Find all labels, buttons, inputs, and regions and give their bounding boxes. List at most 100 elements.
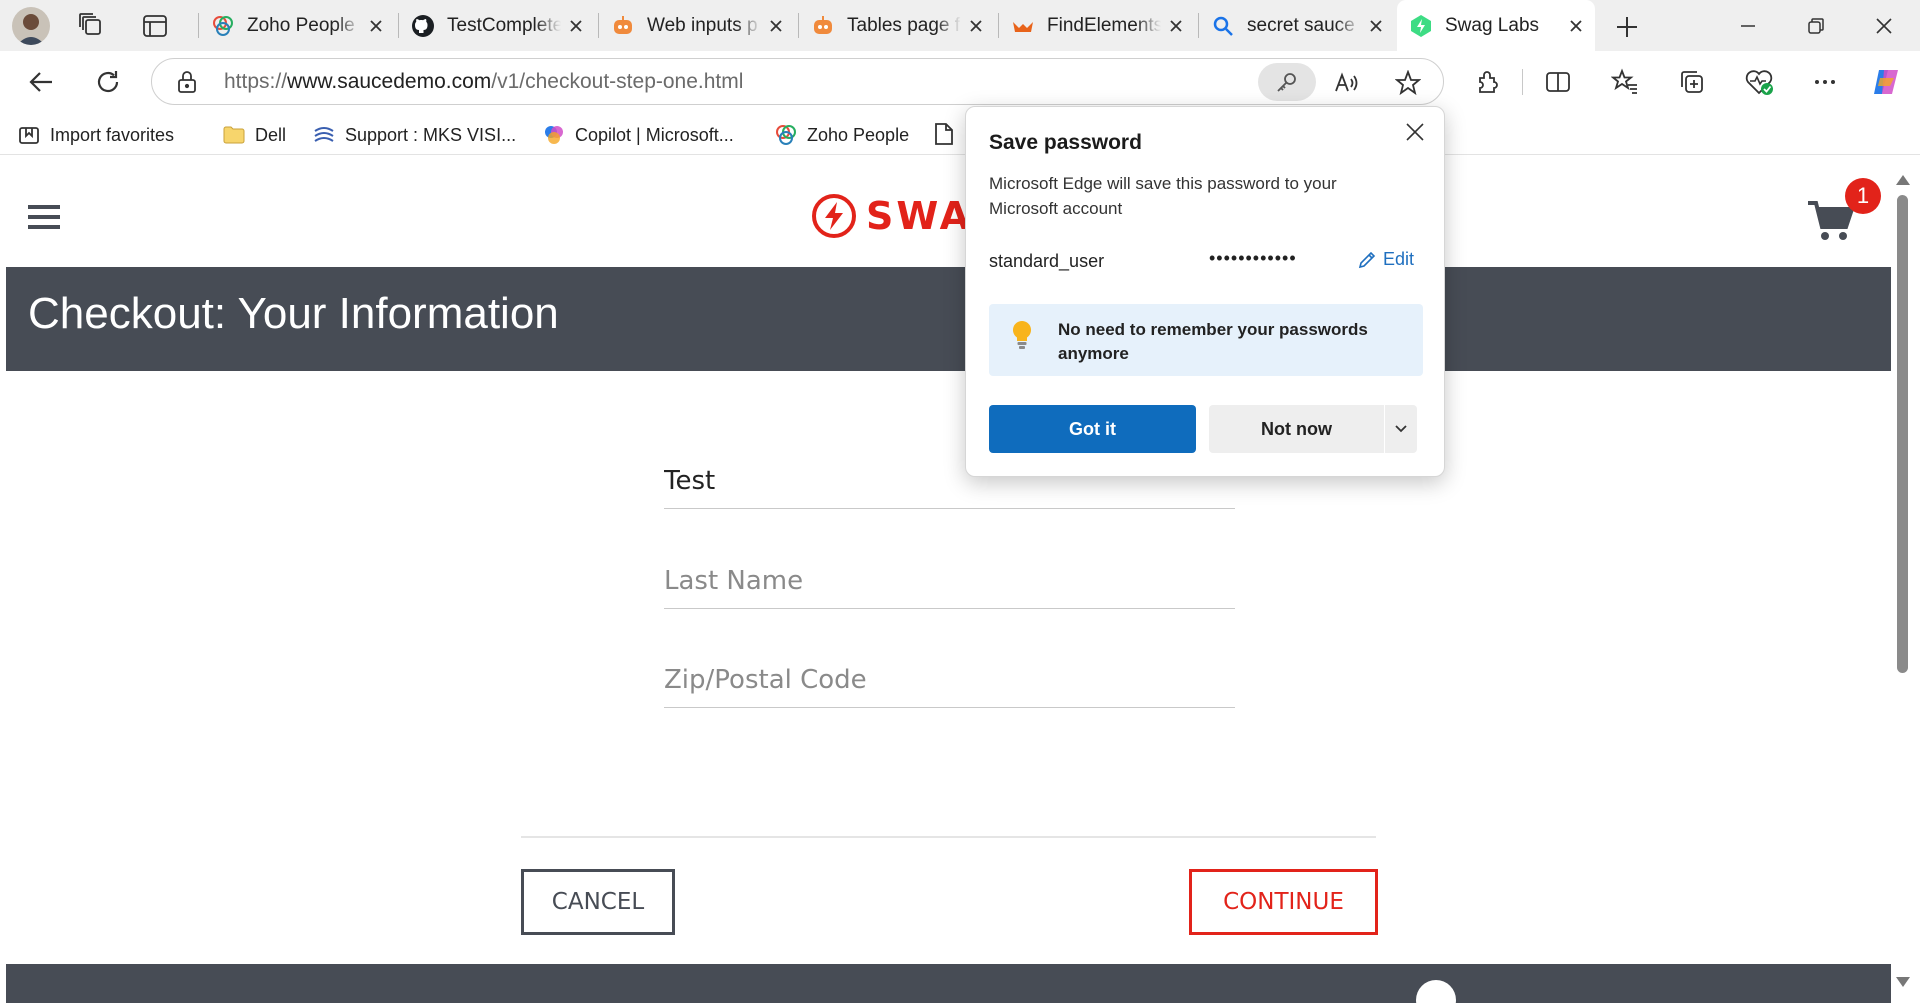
- crab-icon: [1011, 14, 1035, 38]
- back-button[interactable]: [19, 60, 63, 104]
- github-icon: [411, 14, 435, 38]
- checkout-divider: [521, 836, 1376, 838]
- url-text[interactable]: https://www.saucedemo.com/v1/checkout-st…: [224, 70, 743, 94]
- favorites-icon[interactable]: [1603, 60, 1647, 104]
- close-window-button[interactable]: [1850, 0, 1918, 51]
- close-tab-icon[interactable]: [761, 11, 791, 41]
- edit-label: Edit: [1383, 249, 1415, 269]
- tab-secret-sauce[interactable]: secret sauce: [1199, 0, 1395, 51]
- zip-code-input[interactable]: [664, 652, 1235, 708]
- vertical-tabs-icon[interactable]: [139, 10, 171, 42]
- tab-label: FindElements: [1047, 14, 1161, 36]
- password-tip: No need to remember your passwords anymo…: [989, 304, 1423, 376]
- close-icon[interactable]: [1400, 117, 1430, 147]
- workspaces-icon[interactable]: [76, 10, 108, 42]
- save-password-dialog: Save password Microsoft Edge will save t…: [965, 106, 1445, 477]
- profile-avatar[interactable]: [12, 7, 50, 45]
- zoho-icon: [774, 123, 798, 147]
- not-now-button[interactable]: Not now: [1209, 405, 1384, 453]
- favorite-dell[interactable]: Dell: [222, 121, 286, 149]
- read-aloud-icon[interactable]: [1329, 66, 1363, 100]
- continue-button[interactable]: CONTINUE: [1189, 869, 1378, 935]
- import-icon: [17, 123, 41, 147]
- extensions-icon[interactable]: [1466, 60, 1510, 104]
- chevron-down-icon[interactable]: [1385, 405, 1417, 453]
- page-title: Checkout: Your Information: [28, 289, 559, 338]
- favorite-label: Dell: [255, 124, 287, 145]
- got-it-button[interactable]: Got it: [989, 405, 1196, 453]
- split-screen-icon[interactable]: [1536, 60, 1580, 104]
- tab-findelements[interactable]: FindElements: [999, 0, 1195, 51]
- tab-swag-labs[interactable]: Swag Labs: [1397, 0, 1595, 51]
- search-icon: [1211, 14, 1235, 38]
- footer-robot-icon: [1416, 980, 1456, 1003]
- robot-icon: [811, 14, 835, 38]
- close-tab-icon[interactable]: [1561, 11, 1591, 41]
- favorite-copilot[interactable]: Copilot | Microsoft...: [542, 121, 734, 149]
- refresh-button[interactable]: [86, 60, 130, 104]
- site-header: SWAG LABS 1: [6, 163, 1891, 267]
- lock-icon[interactable]: [176, 70, 198, 94]
- favorite-support-mks[interactable]: Support : MKS VISI...: [312, 121, 516, 149]
- favorite-star-icon[interactable]: [1391, 66, 1425, 100]
- tab-label: Tables page f: [847, 14, 961, 36]
- dialog-description: Microsoft Edge will save this password t…: [989, 174, 1337, 218]
- close-tab-icon[interactable]: [361, 11, 391, 41]
- saved-password-mask: ••••••••••••: [1209, 248, 1297, 268]
- favorite-label: Support : MKS VISI...: [345, 124, 517, 145]
- close-tab-icon[interactable]: [961, 11, 991, 41]
- favorite-zoho-people[interactable]: Zoho People: [774, 121, 909, 149]
- close-tab-icon[interactable]: [1361, 11, 1391, 41]
- tab-label: Zoho People: [247, 14, 355, 36]
- tab-zoho-people[interactable]: Zoho People: [199, 0, 395, 51]
- close-tab-icon[interactable]: [561, 11, 591, 41]
- vertical-scrollbar[interactable]: [1893, 163, 1915, 1008]
- globe-icon: [312, 123, 336, 147]
- robot-icon: [611, 14, 635, 38]
- scrollbar-thumb[interactable]: [1897, 195, 1908, 673]
- tab-label: Swag Labs: [1445, 14, 1540, 36]
- url-protocol: https://: [224, 70, 288, 93]
- scroll-down-arrow-icon[interactable]: [1896, 977, 1910, 987]
- site-footer: [6, 964, 1891, 1003]
- dialog-title: Save password: [989, 131, 1142, 154]
- page-icon[interactable]: [934, 122, 954, 146]
- folder-icon: [222, 123, 246, 147]
- address-toolbar: https://www.saucedemo.com/v1/checkout-st…: [0, 51, 1920, 113]
- collections-icon[interactable]: [1670, 60, 1714, 104]
- minimize-button[interactable]: [1714, 0, 1782, 51]
- favorite-label: Copilot | Microsoft...: [575, 124, 734, 145]
- favorite-import[interactable]: Import favorites: [17, 121, 174, 149]
- tip-text: No need to remember your passwords anymo…: [1058, 320, 1368, 363]
- tab-label: Web inputs p: [647, 14, 758, 36]
- close-tab-icon[interactable]: [1161, 11, 1191, 41]
- cancel-button[interactable]: CANCEL: [521, 869, 675, 935]
- favorite-label: Import favorites: [50, 124, 175, 145]
- tab-label: secret sauce: [1247, 14, 1355, 36]
- copilot-icon[interactable]: [1864, 60, 1908, 104]
- edit-button[interactable]: Edit: [1358, 249, 1414, 270]
- restore-button[interactable]: [1782, 0, 1850, 51]
- logo-bolt-icon: [812, 194, 856, 238]
- toolbar-separator: [1522, 69, 1523, 95]
- cart-count-badge: 1: [1845, 178, 1881, 214]
- url-path: /v1/checkout-step-one.html: [491, 70, 744, 93]
- page-viewport: SWAG LABS 1 Checkout: Your Information C…: [6, 163, 1891, 1003]
- more-options-icon[interactable]: [1803, 60, 1847, 104]
- password-key-button[interactable]: [1258, 63, 1316, 101]
- last-name-input[interactable]: [664, 553, 1235, 609]
- tab-testcomplete[interactable]: TestComplete: [399, 0, 595, 51]
- favorites-bar: Import favorites Dell Support : MKS VISI…: [0, 113, 1920, 155]
- new-tab-button[interactable]: [1610, 10, 1644, 44]
- tab-tables-page[interactable]: Tables page f: [799, 0, 995, 51]
- address-bar[interactable]: https://www.saucedemo.com/v1/checkout-st…: [151, 58, 1444, 105]
- zoho-icon: [211, 14, 235, 38]
- url-host: www.saucedemo.com: [287, 70, 492, 93]
- subheader: Checkout: Your Information: [6, 267, 1891, 371]
- menu-icon[interactable]: [28, 205, 60, 229]
- browser-essentials-icon[interactable]: [1737, 60, 1781, 104]
- saucelabs-icon: [1409, 14, 1433, 38]
- tab-web-inputs[interactable]: Web inputs p: [599, 0, 795, 51]
- favorite-label: Zoho People: [807, 124, 910, 145]
- scroll-up-arrow-icon[interactable]: [1896, 175, 1910, 185]
